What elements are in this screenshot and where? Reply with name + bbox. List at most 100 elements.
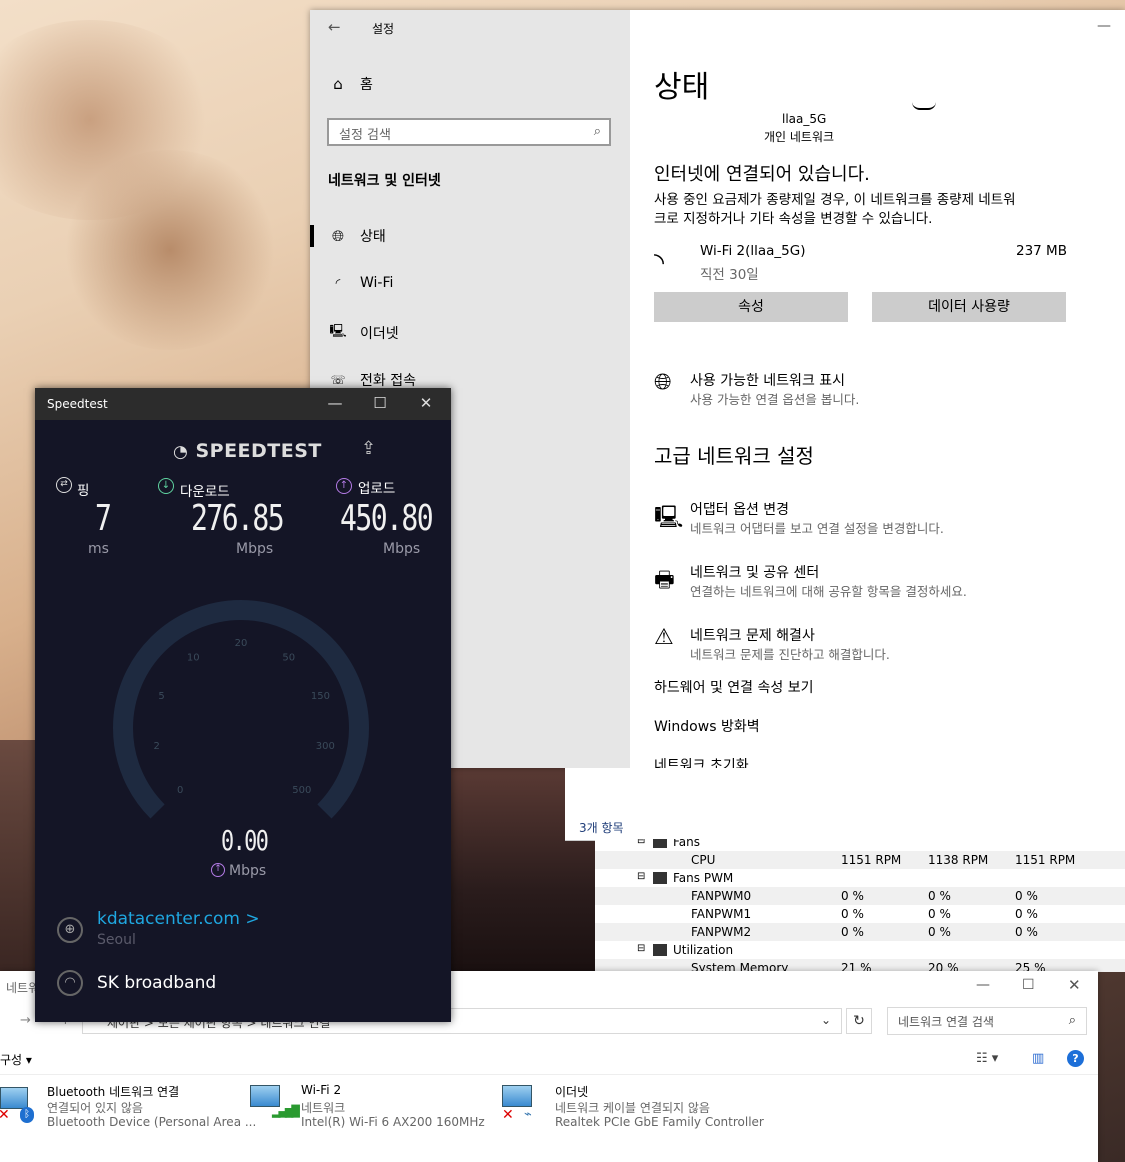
- network-item-name[interactable]: Bluetooth 네트워크 연결: [47, 1083, 179, 1100]
- hw-sensor-value: 1138 RPM: [928, 853, 989, 867]
- adapter-icon: 🖳︎: [654, 505, 684, 530]
- settings-search-input[interactable]: 설정 검색 ⌕: [327, 118, 611, 146]
- disconnected-x-icon: ✕: [502, 1107, 514, 1123]
- connected-desc-1: 사용 중인 요금제가 종량제일 경우, 이 네트워크를 종량제 네트워: [654, 192, 1016, 208]
- hardware-link[interactable]: 하드웨어 및 연결 속성 보기: [654, 677, 813, 697]
- nav-item-ethernet[interactable]: 🖳︎ 이더넷: [328, 322, 398, 344]
- collapse-toggle-icon[interactable]: ⊟: [637, 839, 645, 846]
- home-icon: ⌂: [333, 75, 343, 93]
- nav-item-dialup[interactable]: ☏ 전화 접속: [328, 370, 416, 390]
- collapse-toggle-icon[interactable]: ⊟: [637, 871, 645, 882]
- wifi-signal-icon: ◝: [654, 248, 665, 278]
- isp-name: SK broadband: [97, 973, 217, 993]
- hw-row: ⊟ Fans PWM: [595, 869, 1125, 887]
- hw-sensor-name: Fans: [673, 839, 701, 849]
- network-item-device: Intel(R) Wi-Fi 6 AX200 160MHz: [301, 1115, 485, 1129]
- hw-row: CPU 1151 RPM 1138 RPM 1151 RPM: [595, 851, 1125, 869]
- sharing-icon: 🖶︎: [654, 568, 675, 593]
- gauge-tick-label: 20: [235, 638, 248, 649]
- explorer-search-input[interactable]: 네트워크 연결 검색 ⌕: [887, 1007, 1087, 1035]
- bluetooth-network-icon[interactable]: ✕ ᛒ: [0, 1085, 34, 1123]
- server-name-text: kdatacenter.com: [97, 909, 240, 929]
- hw-sensor-value: 0 %: [841, 925, 864, 939]
- sensor-group-icon: [653, 944, 667, 956]
- firewall-link[interactable]: Windows 방화벽: [654, 716, 760, 736]
- maximize-icon[interactable]: ☐: [1022, 977, 1035, 993]
- network-item-status: 네트워크 케이블 연결되지 않음: [555, 1101, 710, 1115]
- show-networks-title[interactable]: 사용 가능한 네트워크 표시: [690, 370, 845, 390]
- globe-icon: ⊕: [57, 917, 83, 943]
- hw-sensor-name: FANPWM2: [691, 925, 752, 939]
- maximize-icon[interactable]: ☐: [365, 394, 395, 412]
- troubleshooter-title[interactable]: 네트워크 문제 해결사: [690, 625, 815, 645]
- hw-sensor-name: FANPWM1: [691, 907, 752, 921]
- download-icon: ↓: [158, 478, 174, 494]
- network-item-name[interactable]: 이더넷: [555, 1083, 588, 1100]
- refresh-icon[interactable]: ↻: [846, 1008, 872, 1034]
- gauge-tick-label: 500: [292, 785, 311, 796]
- gauge-tick-label: 2: [153, 741, 159, 752]
- gauge-tick-label: 5: [158, 691, 164, 702]
- speedtest-window: Speedtest — ☐ ✕ ◔ SPEEDTEST ⇪ ⇄ 핑 7 ms ↓…: [35, 388, 451, 1022]
- data-usage-button[interactable]: 데이터 사용량: [872, 292, 1066, 322]
- download-value: 276.85: [191, 498, 285, 539]
- chevron-down-icon[interactable]: ⌄: [821, 1013, 831, 1027]
- cable-icon: ⌁: [524, 1107, 532, 1122]
- nav-item-status[interactable]: 🌐︎ 상태: [328, 226, 386, 246]
- adapter-options-sub: 네트워크 어댑터를 보고 연결 설정을 변경합니다.: [690, 521, 944, 536]
- organize-button[interactable]: 구성 ▾: [0, 1051, 32, 1068]
- properties-button[interactable]: 속성: [654, 292, 848, 322]
- dialup-icon: ☏: [330, 373, 346, 387]
- search-placeholder: 설정 검색: [339, 128, 391, 143]
- hw-sensor-value: 0 %: [928, 907, 951, 921]
- network-status-icon: [912, 102, 936, 110]
- connected-heading: 인터넷에 연결되어 있습니다.: [654, 164, 870, 185]
- close-icon[interactable]: ✕: [411, 394, 441, 412]
- speedtest-titlebar[interactable]: Speedtest — ☐ ✕: [35, 388, 451, 420]
- minimize-icon[interactable]: —: [976, 977, 990, 993]
- search-placeholder: 네트워크 연결 검색: [898, 1015, 994, 1029]
- wifi-icon: ◜: [335, 276, 341, 290]
- adapter-period: 직전 30일: [700, 267, 759, 283]
- hw-sensor-value: 0 %: [841, 889, 864, 903]
- network-item-device: Bluetooth Device (Personal Area ...: [47, 1115, 257, 1129]
- server-name[interactable]: kdatacenter.com >: [97, 909, 260, 929]
- reset-link[interactable]: 네트워크 초기화: [654, 755, 749, 768]
- gauge-value: 0.00: [221, 824, 269, 857]
- view-options-icon[interactable]: ☷ ▾: [976, 1051, 998, 1066]
- gauge-unit: Mbps: [229, 863, 267, 879]
- server-city: Seoul: [97, 932, 136, 948]
- divider: [0, 1074, 1098, 1075]
- hw-sensor-value: 0 %: [1015, 889, 1038, 903]
- adapter-name: Wi-Fi 2(llaa_5G): [700, 243, 806, 259]
- sharing-center-title[interactable]: 네트워크 및 공유 센터: [690, 562, 819, 582]
- nav-item-wifi[interactable]: ◜ Wi-Fi: [328, 275, 394, 291]
- preview-pane-icon[interactable]: ▥: [1032, 1051, 1044, 1066]
- hw-sensor-name: Fans PWM: [673, 871, 734, 885]
- minimize-icon[interactable]: —: [320, 394, 350, 412]
- adapter-usage: 237 MB: [1016, 243, 1067, 259]
- disconnected-x-icon: ✕: [0, 1107, 10, 1123]
- network-item-name[interactable]: Wi-Fi 2: [301, 1083, 341, 1097]
- collapse-toggle-icon[interactable]: ⊟: [637, 943, 645, 954]
- page-title: 상태: [654, 70, 710, 105]
- back-arrow-icon[interactable]: ←: [328, 18, 341, 36]
- globe-icon: 🌐︎: [654, 370, 672, 395]
- minimize-icon[interactable]: —: [1097, 18, 1111, 34]
- network-item-device: Realtek PCIe GbE Family Controller: [555, 1115, 764, 1129]
- search-icon: ⌕: [593, 124, 601, 139]
- ethernet-network-icon[interactable]: ✕ ⌁: [502, 1083, 536, 1123]
- ping-icon: ⇄: [56, 477, 72, 493]
- share-icon[interactable]: ⇪: [361, 438, 376, 459]
- forward-arrow-icon[interactable]: →: [20, 1013, 31, 1028]
- close-icon[interactable]: ✕: [1068, 976, 1081, 994]
- show-networks-sub: 사용 가능한 연결 옵션을 봅니다.: [690, 392, 860, 407]
- network-type: 개인 네트워크: [764, 130, 835, 144]
- hw-sensor-value: 0 %: [1015, 925, 1038, 939]
- upload-value: 450.80: [340, 498, 434, 539]
- help-icon[interactable]: ?: [1067, 1050, 1084, 1067]
- wifi-network-icon[interactable]: ▂▄▆█: [250, 1083, 300, 1118]
- adapter-options-title[interactable]: 어댑터 옵션 변경: [690, 499, 789, 519]
- ping-label: 핑: [77, 483, 90, 499]
- nav-home[interactable]: ⌂ 홈: [328, 74, 373, 94]
